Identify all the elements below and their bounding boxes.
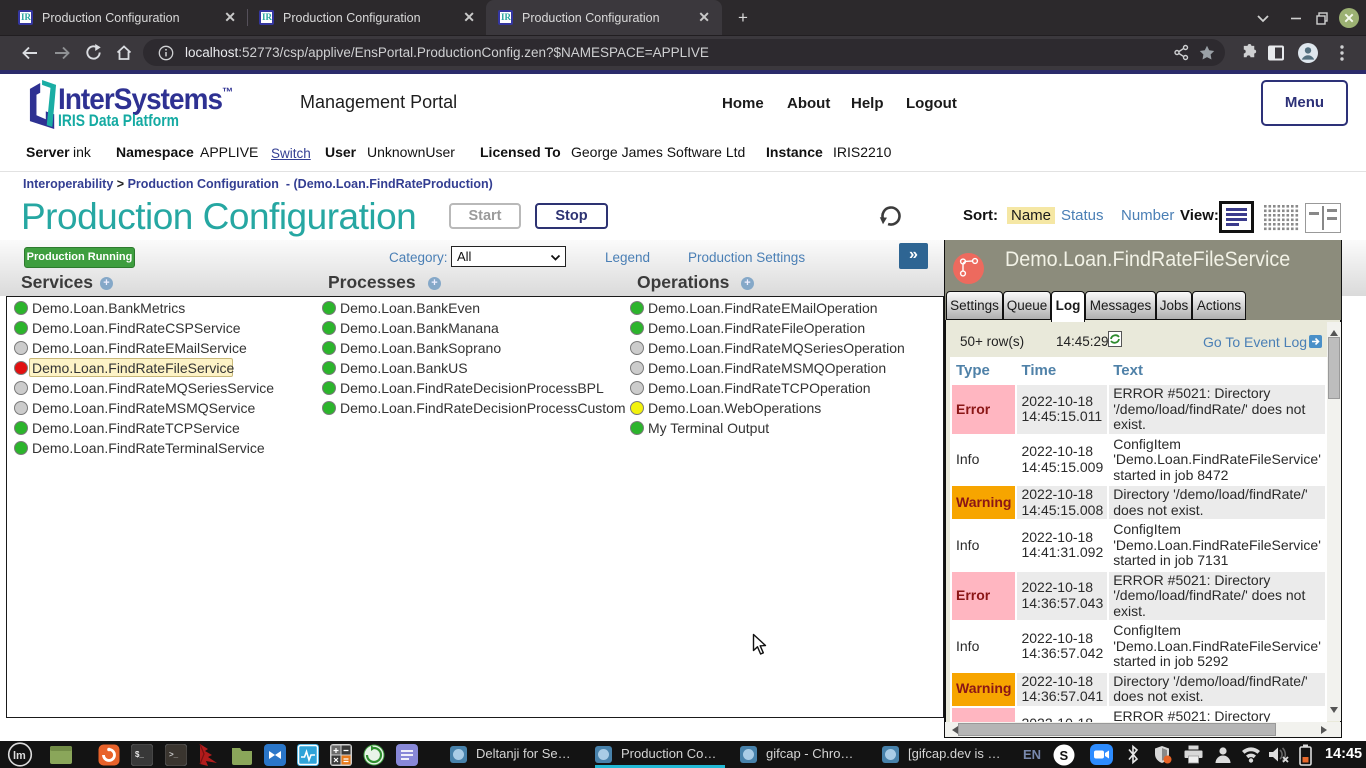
svg-text:>_: >_ xyxy=(169,750,179,759)
svg-text:S: S xyxy=(1060,748,1069,763)
svg-text:lm: lm xyxy=(13,750,26,762)
svg-text:$_: $_ xyxy=(135,750,144,759)
